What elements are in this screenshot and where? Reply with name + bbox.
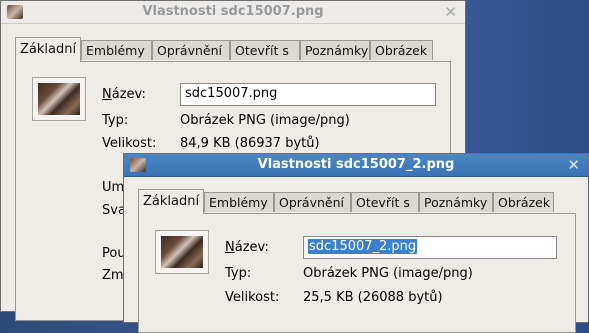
size-value: 25,5 KB (26088 bytů) xyxy=(303,290,443,305)
tab-basic[interactable]: Základní xyxy=(15,37,81,62)
name-field[interactable]: sdc15007_2.png xyxy=(303,236,557,259)
tab-image[interactable]: Obrázek xyxy=(493,192,554,212)
partial-label-created: Um xyxy=(102,180,125,195)
window-title: Vlastnosti sdc15007_2.png xyxy=(257,157,455,172)
name-label: Název: xyxy=(225,240,269,255)
tab-open-with[interactable]: Otevřít s xyxy=(230,40,300,60)
type-label: Typ: xyxy=(102,113,129,128)
type-label: Typ: xyxy=(225,266,252,281)
partial-label-modified: Zm xyxy=(102,268,124,283)
tab-panel-2: Název: sdc15007_2.png Typ: Obrázek PNG (… xyxy=(138,213,576,333)
image-thumbnail-icon xyxy=(155,230,209,274)
tab-image[interactable]: Obrázek xyxy=(370,40,433,60)
tab-permissions[interactable]: Oprávnění xyxy=(274,192,351,212)
window-title: Vlastnosti sdc15007.png xyxy=(142,4,324,19)
image-thumbnail-icon xyxy=(32,77,86,121)
titlebar-2[interactable]: Vlastnosti sdc15007_2.png ✕ xyxy=(124,154,588,177)
properties-window-2: Vlastnosti sdc15007_2.png ✕ Základní Emb… xyxy=(123,153,589,333)
close-icon[interactable]: ✕ xyxy=(567,156,580,174)
tab-open-with[interactable]: Otevřít s xyxy=(351,192,419,212)
tab-permissions[interactable]: Oprávnění xyxy=(152,40,230,60)
tab-emblems[interactable]: Emblémy xyxy=(81,40,152,60)
close-icon[interactable]: ✕ xyxy=(444,3,457,21)
name-field[interactable]: sdc15007.png xyxy=(180,83,436,106)
name-label: Název: xyxy=(102,87,146,102)
tab-notes[interactable]: Poznámky xyxy=(419,192,493,212)
size-label: Velikost: xyxy=(225,290,280,305)
type-value: Obrázek PNG (image/png) xyxy=(180,113,350,128)
type-value: Obrázek PNG (image/png) xyxy=(303,266,473,281)
tab-notes[interactable]: Poznámky xyxy=(300,40,370,60)
size-label: Velikost: xyxy=(102,136,157,151)
tab-basic[interactable]: Základní xyxy=(138,189,204,214)
titlebar-1[interactable]: Vlastnosti sdc15007.png ✕ xyxy=(1,1,465,24)
name-field-selected-text: sdc15007_2.png xyxy=(308,239,418,254)
tab-emblems[interactable]: Emblémy xyxy=(204,192,274,212)
size-value: 84,9 KB (86937 bytů) xyxy=(180,136,320,151)
